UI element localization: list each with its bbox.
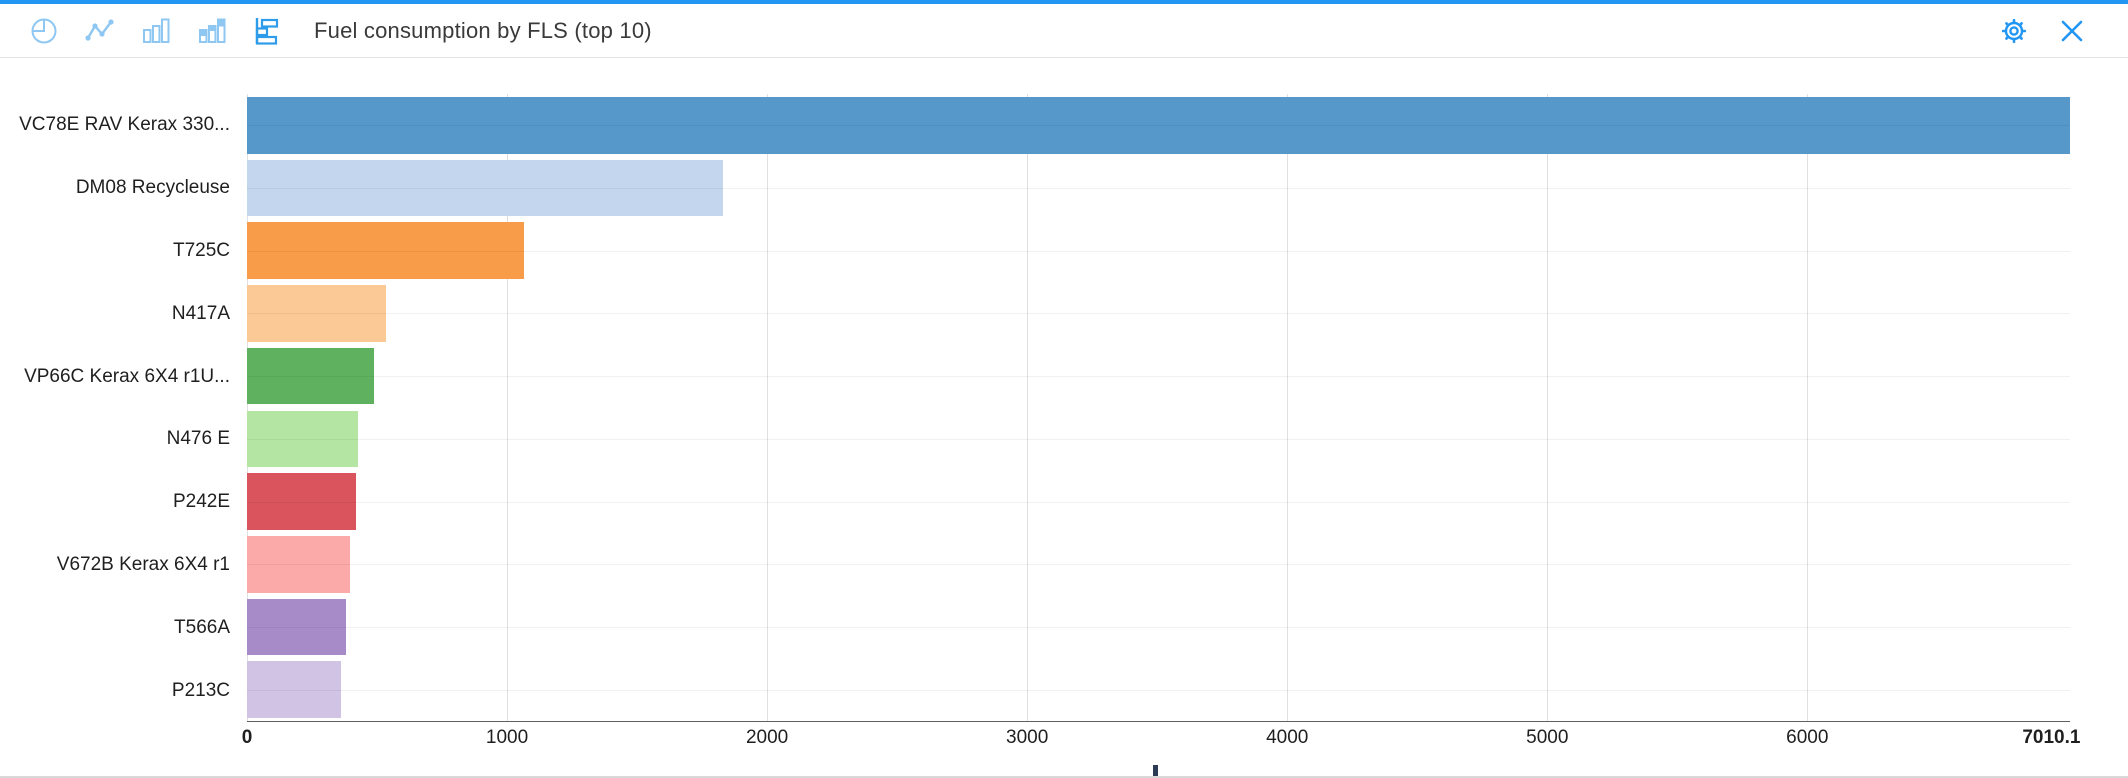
chart-type-stacked-bar-button[interactable]: [192, 11, 232, 51]
category-axis: VC78E RAV Kerax 330...DM08 RecycleuseT72…: [0, 94, 238, 722]
category-label: T725C: [0, 220, 238, 283]
close-icon: [2059, 18, 2085, 44]
category-label: V672B Kerax 6X4 r1: [0, 534, 238, 597]
x-tick-label: 5000: [1526, 727, 1568, 749]
plot-area: [247, 94, 2070, 722]
stacked-bar-chart-icon: [198, 17, 226, 45]
gridline-horizontal: [247, 125, 2070, 126]
close-button[interactable]: [2052, 11, 2092, 51]
gridline-horizontal: [247, 188, 2070, 189]
x-tick-label: 0: [242, 727, 253, 749]
chart-type-horizontal-bar-button[interactable]: [248, 11, 288, 51]
category-label: T566A: [0, 596, 238, 659]
resize-handle[interactable]: [1153, 765, 1158, 776]
line-chart-icon: [85, 17, 115, 45]
x-tick-label: 6000: [1786, 727, 1828, 749]
category-label: P242E: [0, 471, 238, 534]
chart-type-line-button[interactable]: [80, 11, 120, 51]
category-label: P213C: [0, 659, 238, 722]
gridline-horizontal: [247, 564, 2070, 565]
category-label: VP66C Kerax 6X4 r1U...: [0, 345, 238, 408]
gridline-horizontal: [247, 439, 2070, 440]
widget-header: Fuel consumption by FLS (top 10): [0, 4, 2128, 58]
gridline-horizontal: [247, 627, 2070, 628]
gridline-horizontal: [247, 690, 2070, 691]
x-tick-label: 1000: [486, 727, 528, 749]
value-axis: 01000200030004000500060007010.1: [247, 727, 2070, 757]
x-axis-max-label: 7010.1: [2022, 727, 2080, 749]
x-tick-label: 2000: [746, 727, 788, 749]
gridline-horizontal: [247, 313, 2070, 314]
chart-type-toolbar: [0, 11, 288, 51]
category-label: DM08 Recycleuse: [0, 157, 238, 220]
gridline-horizontal: [247, 376, 2070, 377]
bar-chart-icon: [142, 17, 170, 45]
x-tick-label: 4000: [1266, 727, 1308, 749]
gridline-horizontal: [247, 502, 2070, 503]
category-label: VC78E RAV Kerax 330...: [0, 94, 238, 157]
category-label: N476 E: [0, 408, 238, 471]
header-actions: [1994, 11, 2128, 51]
bar-chart: VC78E RAV Kerax 330...DM08 RecycleuseT72…: [0, 60, 2128, 776]
pie-chart-icon: [30, 17, 58, 45]
x-tick-label: 3000: [1006, 727, 1048, 749]
settings-button[interactable]: [1994, 11, 2034, 51]
chart-type-bar-button[interactable]: [136, 11, 176, 51]
gridline-horizontal: [247, 251, 2070, 252]
chart-widget: Fuel consumption by FLS (top 10): [0, 0, 2128, 778]
gear-icon: [1999, 16, 2029, 46]
horizontal-bar-chart-icon: [253, 16, 283, 46]
category-label: N417A: [0, 282, 238, 345]
chart-type-pie-button[interactable]: [24, 11, 64, 51]
chart-title: Fuel consumption by FLS (top 10): [314, 18, 652, 44]
